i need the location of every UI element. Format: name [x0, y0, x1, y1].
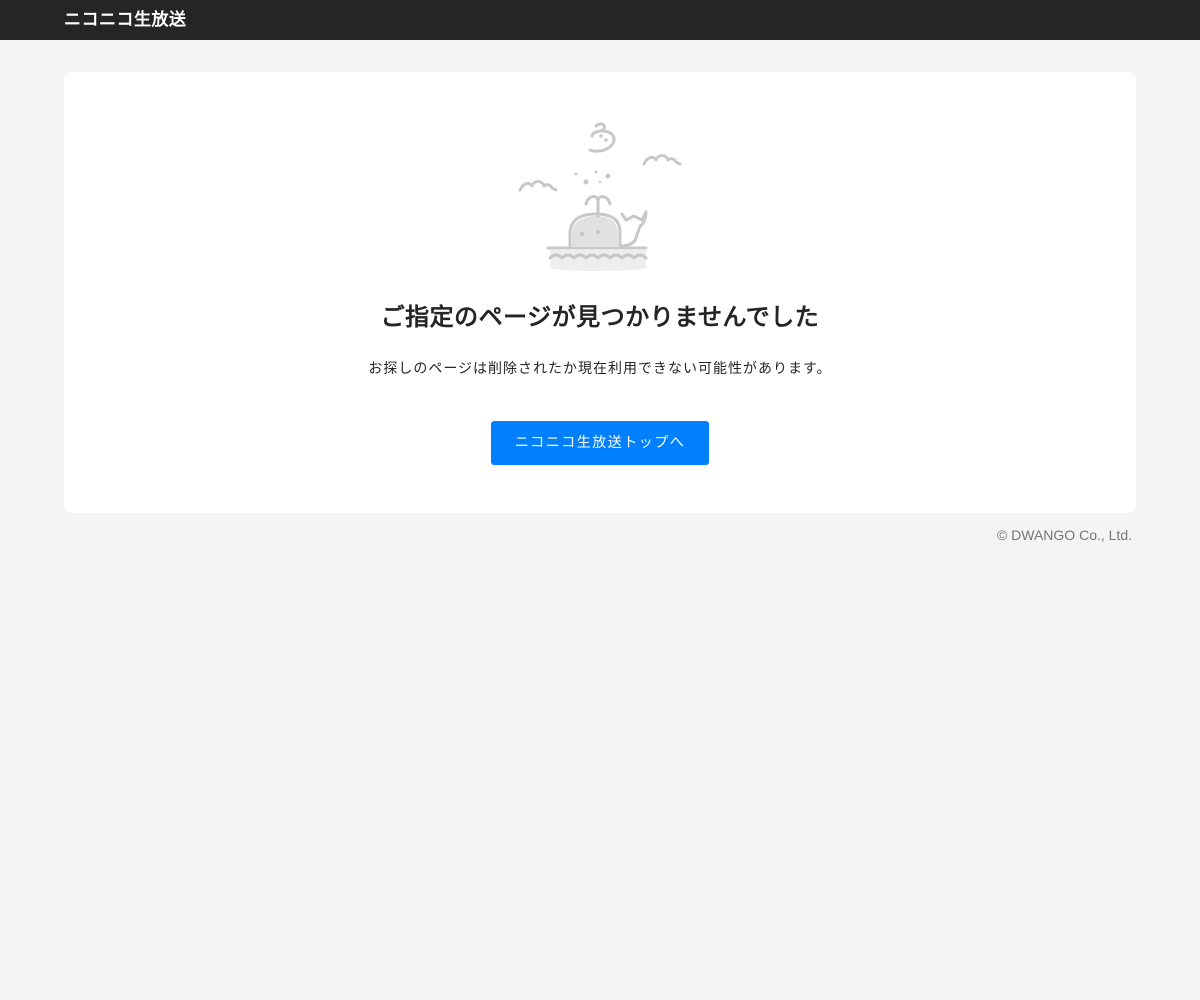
error-title: ご指定のページが見つかりませんでした	[380, 303, 820, 331]
go-to-top-button[interactable]: ニコニコ生放送トップへ	[491, 421, 709, 465]
whale-illustration-icon	[518, 122, 682, 271]
site-header: ニコニコ生放送	[0, 0, 1200, 40]
copyright-text: © DWANGO Co., Ltd.	[996, 527, 1132, 543]
error-description: お探しのページは削除されたか現在利用できない可能性があります。	[368, 361, 832, 377]
niconico-live-logo[interactable]: ニコニコ生放送	[64, 8, 187, 32]
